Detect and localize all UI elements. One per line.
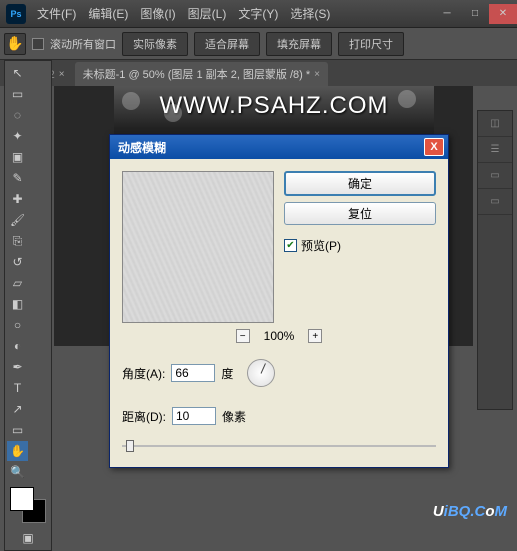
menu-layer[interactable]: 图层(L) [183,3,232,24]
color-swatches[interactable] [10,487,46,523]
foreground-swatch[interactable] [10,487,34,511]
hand-tool-icon: ✋ [4,33,26,55]
scroll-all-label: 滚动所有窗口 [50,36,116,52]
move-tool[interactable]: ↖ [7,63,28,83]
tab-label: 未标题-1 @ 50% (图层 1 副本 2, 图层蒙版 /8) * [83,66,311,82]
zoom-out-button[interactable]: − [236,329,250,343]
actual-pixels-button[interactable]: 实际像素 [122,32,188,56]
menu-file[interactable]: 文件(F) [32,3,81,24]
menu-type[interactable]: 文字(Y) [233,3,283,24]
screen-mode-button[interactable]: ▣ [7,528,49,548]
brush-tool[interactable]: 🖌 [7,210,28,230]
preview-checkbox[interactable]: ✔ [284,239,297,252]
app-logo: Ps [6,4,26,24]
shape-tool[interactable]: ▭ [7,420,28,440]
gradient-tool[interactable]: ◧ [7,294,28,314]
slider-thumb[interactable] [126,440,134,452]
marquee-tool[interactable]: ▭ [7,84,28,104]
menu-bar: 文件(F) 编辑(E) 图像(I) 图层(L) 文字(Y) 选择(S) [32,3,433,24]
panel-fill-slider[interactable]: ▭ [478,189,512,215]
menu-image[interactable]: 图像(I) [135,3,180,24]
right-panels: ◫ ☰ ▭ ▭ [477,110,513,410]
dialog-close-button[interactable]: X [424,138,444,156]
print-size-button[interactable]: 打印尺寸 [338,32,404,56]
stamp-tool[interactable]: ⎘ [7,231,28,251]
heal-tool[interactable]: ✚ [7,189,28,209]
toolbox: ↖ ▭ ◌ ✦ ▣ ✎ ✚ 🖌 ⎘ ↺ ▱ ◧ ○ ◐ ✒ T ↗ ▭ ✋ 🔍 … [4,60,52,551]
zoom-controls: − 100% + [122,329,436,343]
maximize-button[interactable]: □ [461,4,489,24]
menu-edit[interactable]: 编辑(E) [83,3,133,24]
distance-slider[interactable] [122,437,436,455]
crop-tool[interactable]: ▣ [7,147,28,167]
angle-dial[interactable] [247,359,275,387]
panel-opacity-slider[interactable]: ▭ [478,163,512,189]
panel-tab-icon[interactable]: ☰ [478,137,512,163]
path-tool[interactable]: ↗ [7,399,28,419]
fit-screen-button[interactable]: 适合屏幕 [194,32,260,56]
eyedropper-tool[interactable]: ✎ [7,168,28,188]
distance-unit: 像素 [222,408,246,425]
eraser-tool[interactable]: ▱ [7,273,28,293]
angle-label: 角度(A): [122,365,165,382]
dialog-titlebar[interactable]: 动感模糊 X [110,135,448,159]
tab-untitled-1[interactable]: 未标题-1 @ 50% (图层 1 副本 2, 图层蒙版 /8) * × [75,62,328,86]
wand-tool[interactable]: ✦ [7,126,28,146]
panel-tab-icon[interactable]: ◫ [478,111,512,137]
hand-tool[interactable]: ✋ [7,441,28,461]
tab-close-icon[interactable]: × [59,69,65,80]
ok-button[interactable]: 确定 [284,171,436,196]
angle-unit: 度 [221,365,233,382]
options-bar: ✋ 滚动所有窗口 实际像素 适合屏幕 填充屏幕 打印尺寸 [0,28,517,60]
angle-input[interactable] [171,364,215,382]
zoom-tool[interactable]: 🔍 [7,462,28,482]
pen-tool[interactable]: ✒ [7,357,28,377]
preview-thumbnail[interactable] [122,171,274,323]
dialog-title: 动感模糊 [114,139,424,156]
motion-blur-dialog: 动感模糊 X 确定 复位 ✔ 预览(P) − 100% + 角度(A): 度 [109,134,449,468]
type-tool[interactable]: T [7,378,28,398]
menu-select[interactable]: 选择(S) [285,3,335,24]
dodge-tool[interactable]: ◐ [7,336,28,356]
distance-input[interactable] [172,407,216,425]
close-button[interactable]: ✕ [489,4,517,24]
blur-tool[interactable]: ○ [7,315,28,335]
minimize-button[interactable]: ─ [433,4,461,24]
image-watermark: WWW.PSAHZ.COM [114,92,434,120]
zoom-value: 100% [264,329,295,343]
zoom-in-button[interactable]: + [308,329,322,343]
title-bar: Ps 文件(F) 编辑(E) 图像(I) 图层(L) 文字(Y) 选择(S) ─… [0,0,517,28]
dialog-body: 确定 复位 ✔ 预览(P) − 100% + 角度(A): 度 距离(D): 像… [110,159,448,467]
tab-close-icon[interactable]: × [314,69,320,80]
reset-button[interactable]: 复位 [284,202,436,225]
document-tabs: 未标题-2 × 未标题-1 @ 50% (图层 1 副本 2, 图层蒙版 /8)… [0,60,517,86]
site-watermark: UUiBQ.CoMiBQ.CoM [433,503,507,520]
lasso-tool[interactable]: ◌ [7,105,28,125]
distance-label: 距离(D): [122,408,166,425]
window-controls: ─ □ ✕ [433,4,517,24]
preview-label: 预览(P) [301,237,341,254]
fill-screen-button[interactable]: 填充屏幕 [266,32,332,56]
history-brush-tool[interactable]: ↺ [7,252,28,272]
scroll-all-checkbox[interactable] [32,38,44,50]
